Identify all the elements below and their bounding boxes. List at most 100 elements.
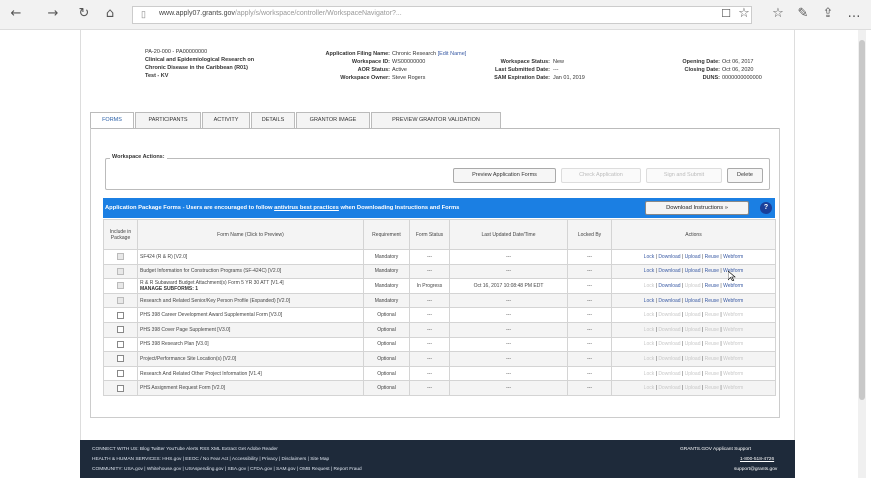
form-name-link[interactable]: PHS 398 Research Plan [V3.0] xyxy=(140,341,209,347)
action-upload-link[interactable]: Upload xyxy=(685,327,701,333)
action-download-link[interactable]: Download xyxy=(658,327,680,333)
back-icon[interactable]: ← xyxy=(8,6,24,22)
action-webform-link[interactable]: Webform xyxy=(723,298,743,304)
form-name-cell[interactable]: Research and Related Senior/Key Person P… xyxy=(137,292,364,309)
form-name-cell[interactable]: Research And Related Other Project Infor… xyxy=(137,365,364,382)
favorites-hub-icon[interactable]: ☆ xyxy=(770,6,786,22)
edit-name-link[interactable]: [Edit Name] xyxy=(438,51,467,57)
action-upload-link[interactable]: Upload xyxy=(685,341,701,347)
action-lock-link[interactable]: Lock xyxy=(644,283,655,289)
form-name-link[interactable]: PHS 398 Cover Page Supplement [V3.0] xyxy=(140,327,230,333)
action-reuse-link[interactable]: Reuse xyxy=(705,327,719,333)
form-name-link[interactable]: Research and Related Senior/Key Person P… xyxy=(140,298,290,304)
footer-community-links[interactable]: COMMUNITY: USA.gov | Whitehouse.gov | US… xyxy=(92,467,362,472)
reload-icon[interactable]: ↻ xyxy=(76,6,92,22)
action-reuse-link[interactable]: Reuse xyxy=(705,385,719,391)
action-upload-link[interactable]: Upload xyxy=(685,254,701,260)
action-reuse-link[interactable]: Reuse xyxy=(705,283,719,289)
footer-hhs-links[interactable]: HEALTH & HUMAN SERVICES: HHS.gov | EEOC … xyxy=(92,457,329,462)
action-reuse-link[interactable]: Reuse xyxy=(705,312,719,318)
action-webform-link[interactable]: Webform xyxy=(723,341,743,347)
notes-pen-icon[interactable]: ✎ xyxy=(795,6,811,22)
action-lock-link[interactable]: Lock xyxy=(644,341,655,347)
include-checkbox[interactable] xyxy=(117,267,124,275)
tab-details[interactable]: DETAILS xyxy=(251,112,295,128)
include-checkbox[interactable] xyxy=(117,282,124,290)
action-webform-link[interactable]: Webform xyxy=(723,327,743,333)
form-name-link[interactable]: Budget Information for Construction Prog… xyxy=(140,268,281,274)
action-download-link[interactable]: Download xyxy=(658,371,680,377)
form-name-cell[interactable]: PHS 398 Research Plan [V3.0] xyxy=(137,336,364,353)
action-download-link[interactable]: Download xyxy=(658,312,680,318)
action-webform-link[interactable]: Webform xyxy=(723,283,743,289)
action-webform-link[interactable]: Webform xyxy=(723,385,743,391)
action-webform-link[interactable]: Webform xyxy=(723,371,743,377)
form-name-cell[interactable]: Budget Information for Construction Prog… xyxy=(137,263,364,280)
action-lock-link[interactable]: Lock xyxy=(644,385,655,391)
action-webform-link[interactable]: Webform xyxy=(723,356,743,362)
action-lock-link[interactable]: Lock xyxy=(644,268,655,274)
include-checkbox[interactable] xyxy=(117,340,124,348)
share-icon[interactable]: ⇪ xyxy=(820,6,836,22)
check-application-button[interactable]: Check Application xyxy=(561,168,641,183)
action-download-link[interactable]: Download xyxy=(658,356,680,362)
tab-preview-grantor-validation[interactable]: PREVIEW GRANTOR VALIDATION xyxy=(371,112,501,128)
action-download-link[interactable]: Download xyxy=(658,254,680,260)
action-download-link[interactable]: Download xyxy=(658,283,680,289)
action-lock-link[interactable]: Lock xyxy=(644,298,655,304)
scrollbar-thumb[interactable] xyxy=(859,40,865,400)
form-name-link[interactable]: Project/Performance Site Location(s) [V2… xyxy=(140,356,236,362)
reading-view-icon[interactable]: ☐ xyxy=(718,6,734,22)
action-download-link[interactable]: Download xyxy=(658,385,680,391)
form-name-link[interactable]: PHS 398 Career Development Award Supplem… xyxy=(140,312,282,318)
footer-connect-links[interactable]: CONNECT WITH US: Blog Twitter YouTube Al… xyxy=(92,447,278,452)
action-upload-link[interactable]: Upload xyxy=(685,385,701,391)
footer-support-email[interactable]: support@grants.gov xyxy=(734,467,777,472)
action-webform-link[interactable]: Webform xyxy=(723,254,743,260)
action-reuse-link[interactable]: Reuse xyxy=(705,341,719,347)
tab-forms[interactable]: FORMS xyxy=(90,112,134,128)
antivirus-link[interactable]: antivirus best practices xyxy=(274,205,339,211)
action-upload-link[interactable]: Upload xyxy=(685,371,701,377)
form-name-cell[interactable]: SF424 (R & R) [V2.0] xyxy=(137,249,364,265)
include-checkbox[interactable] xyxy=(117,355,124,363)
tab-participants[interactable]: PARTICIPANTS xyxy=(135,112,201,128)
include-checkbox[interactable] xyxy=(117,253,124,261)
form-name-link[interactable]: PHS Assignment Request Form [V2.0] xyxy=(140,385,225,391)
form-name-link[interactable]: SF424 (R & R) [V2.0] xyxy=(140,254,187,260)
sign-and-submit-button[interactable]: Sign and Submit xyxy=(646,168,722,183)
action-lock-link[interactable]: Lock xyxy=(644,312,655,318)
action-reuse-link[interactable]: Reuse xyxy=(705,298,719,304)
action-webform-link[interactable]: Webform xyxy=(723,312,743,318)
include-checkbox[interactable] xyxy=(117,311,124,319)
form-name-link[interactable]: Research And Related Other Project Infor… xyxy=(140,371,262,377)
manage-subforms-link[interactable]: MANAGE SUBFORMS: 1 xyxy=(140,286,198,292)
action-download-link[interactable]: Download xyxy=(658,268,680,274)
include-checkbox[interactable] xyxy=(117,370,124,378)
form-name-cell[interactable]: Project/Performance Site Location(s) [V2… xyxy=(137,351,364,367)
action-download-link[interactable]: Download xyxy=(658,341,680,347)
favorite-star-icon[interactable]: ☆ xyxy=(736,6,752,22)
help-icon[interactable]: ? xyxy=(760,202,772,214)
tab-activity[interactable]: ACTIVITY xyxy=(202,112,250,128)
action-lock-link[interactable]: Lock xyxy=(644,254,655,260)
more-menu-icon[interactable]: … xyxy=(846,6,862,22)
action-download-link[interactable]: Download xyxy=(658,298,680,304)
preview-application-forms-button[interactable]: Preview Application Forms xyxy=(453,168,556,183)
form-name-cell[interactable]: R & R Subaward Budget Attachment(s) Form… xyxy=(137,278,364,294)
footer-support-phone[interactable]: 1-800-518-4726 xyxy=(740,457,774,462)
action-upload-link[interactable]: Upload xyxy=(685,356,701,362)
form-name-cell[interactable]: PHS 398 Career Development Award Supplem… xyxy=(137,307,364,323)
action-upload-link[interactable]: Upload xyxy=(685,298,701,304)
action-reuse-link[interactable]: Reuse xyxy=(705,356,719,362)
address-bar[interactable]: ▯ www.apply07.grants.gov/apply/s/workspa… xyxy=(132,6,752,24)
form-name-cell[interactable]: PHS 398 Cover Page Supplement [V3.0] xyxy=(137,321,364,338)
action-lock-link[interactable]: Lock xyxy=(644,356,655,362)
form-name-cell[interactable]: PHS Assignment Request Form [V2.0] xyxy=(137,380,364,396)
download-instructions-button[interactable]: Download Instructions » xyxy=(645,201,749,215)
action-lock-link[interactable]: Lock xyxy=(644,327,655,333)
action-upload-link[interactable]: Upload xyxy=(685,312,701,318)
action-reuse-link[interactable]: Reuse xyxy=(705,371,719,377)
action-reuse-link[interactable]: Reuse xyxy=(705,268,719,274)
action-reuse-link[interactable]: Reuse xyxy=(705,254,719,260)
